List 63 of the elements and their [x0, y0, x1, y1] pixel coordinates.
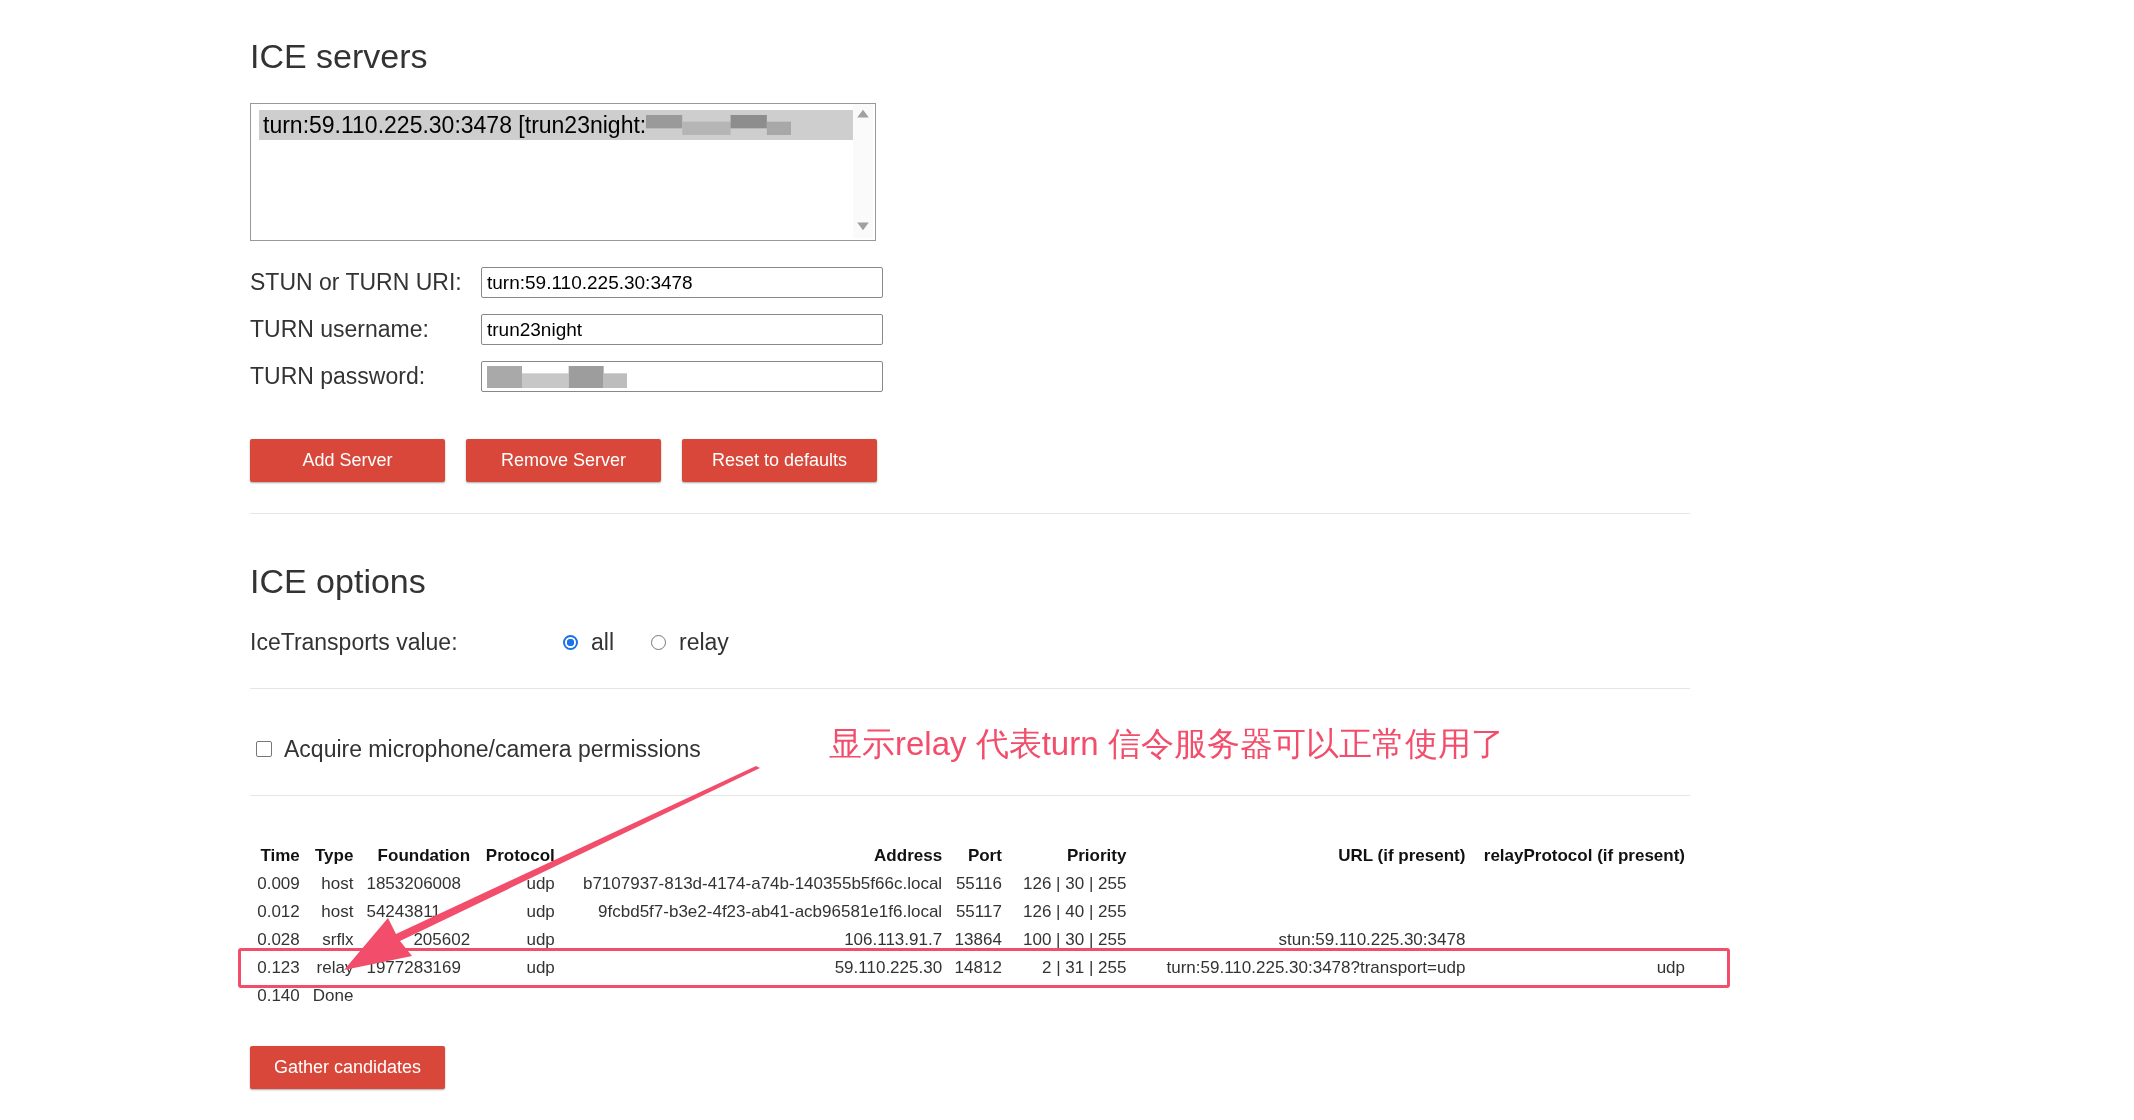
checkbox-label[interactable]: Acquire microphone/camera permissions [284, 735, 829, 763]
scrollbar[interactable] [853, 104, 873, 238]
server-list-item[interactable]: turn:59.110.225.30:3478 [trun23night: [259, 110, 855, 140]
table-cell-text: udp [1655, 957, 1686, 979]
table-cell-text: 0.009 [256, 873, 301, 895]
table-cell-text: 14812 [953, 957, 1003, 979]
table-cell-text: 100 | 30 | 255 [1022, 929, 1128, 951]
input-field[interactable]: turn:59.110.225.30:3478 [481, 267, 883, 298]
column-header: Address [873, 845, 944, 867]
table-cell-text: 0.140 [256, 985, 301, 1007]
field-label: TURN password: [250, 363, 427, 390]
column-header: Port [966, 845, 1003, 867]
table-cell-text: 2 | 31 | 255 [1040, 957, 1128, 979]
table-cell-text: 55117 [954, 901, 1003, 923]
table-cell-text: Done [311, 985, 355, 1007]
field-label: TURN username: [250, 316, 430, 343]
table-cell-text: turn:59.110.225.30:3478?transport=udp [1165, 957, 1467, 979]
table-cell-text: 55116 [954, 873, 1003, 895]
table-cell-text: srflx [321, 929, 355, 951]
table-cell-text: 0.123 [256, 957, 301, 979]
table-cell-text: 0.028 [256, 929, 301, 951]
table-cell-text: stun:59.110.225.30:3478 [1277, 929, 1467, 951]
table-cell-text: 1853206008 [365, 873, 462, 895]
input-field[interactable]: trun23night [481, 314, 883, 345]
table-cell-text: udp [525, 957, 556, 979]
column-header: Foundation [376, 845, 472, 867]
column-header: URL (if present) [1337, 845, 1467, 867]
table-cell-text: host [320, 901, 355, 923]
gather-button[interactable]: Gather candidates [250, 1046, 445, 1089]
radio-label[interactable]: relay [679, 628, 729, 656]
column-header: Protocol [484, 845, 556, 867]
field-label: STUN or TURN URI: [250, 269, 463, 296]
table-cell-text: 9fcbd5f7-b3e2-4f23-ab41-acb96581e1f6.local [597, 901, 944, 923]
column-header: relayProtocol (if present) [1482, 845, 1686, 867]
column-header: Time [259, 845, 301, 867]
table-cell-text: udp [525, 929, 556, 951]
section-heading: ICE options [250, 561, 427, 601]
table-cell-text: udp [525, 873, 556, 895]
server-list[interactable]: turn:59.110.225.30:3478 [trun23night: [250, 103, 876, 241]
table-cell-text: 54243811 [365, 901, 442, 923]
column-header: Type [314, 845, 355, 867]
table-cell-text: 126 | 30 | 255 [1022, 873, 1128, 895]
table-cell-text: 13864 [953, 929, 1003, 951]
input-field[interactable] [481, 361, 883, 392]
action-button[interactable]: Remove Server [466, 439, 661, 482]
action-button[interactable]: Add Server [250, 439, 445, 482]
table-cell-text: 0.012 [256, 901, 301, 923]
table-cell-text: udp [525, 901, 556, 923]
action-button[interactable]: Reset to defaults [682, 439, 877, 482]
table-cell-text: 59.110.225.30 [833, 957, 944, 979]
table-cell-text: 1977283169 [365, 957, 462, 979]
radio-button[interactable] [563, 634, 578, 650]
annotation-text: 显示relay 代表turn 信令服务器可以正常使用了 [829, 723, 1504, 764]
checkbox[interactable] [256, 741, 272, 757]
table-cell-text: 126 | 40 | 255 [1022, 901, 1128, 923]
table-cell-text: 205602 [412, 929, 472, 951]
table-cell-text: b7107937-813d-4174-a74b-140355b5f66c.local [581, 873, 944, 895]
column-header: Priority [1065, 845, 1128, 867]
radio-label[interactable]: all [591, 628, 614, 656]
section-heading: ICE servers [250, 36, 429, 76]
table-cell-text: 106.113.91.7 [843, 929, 944, 951]
table-cell-text: host [320, 873, 355, 895]
field-label: IceTransports value: [250, 628, 459, 656]
